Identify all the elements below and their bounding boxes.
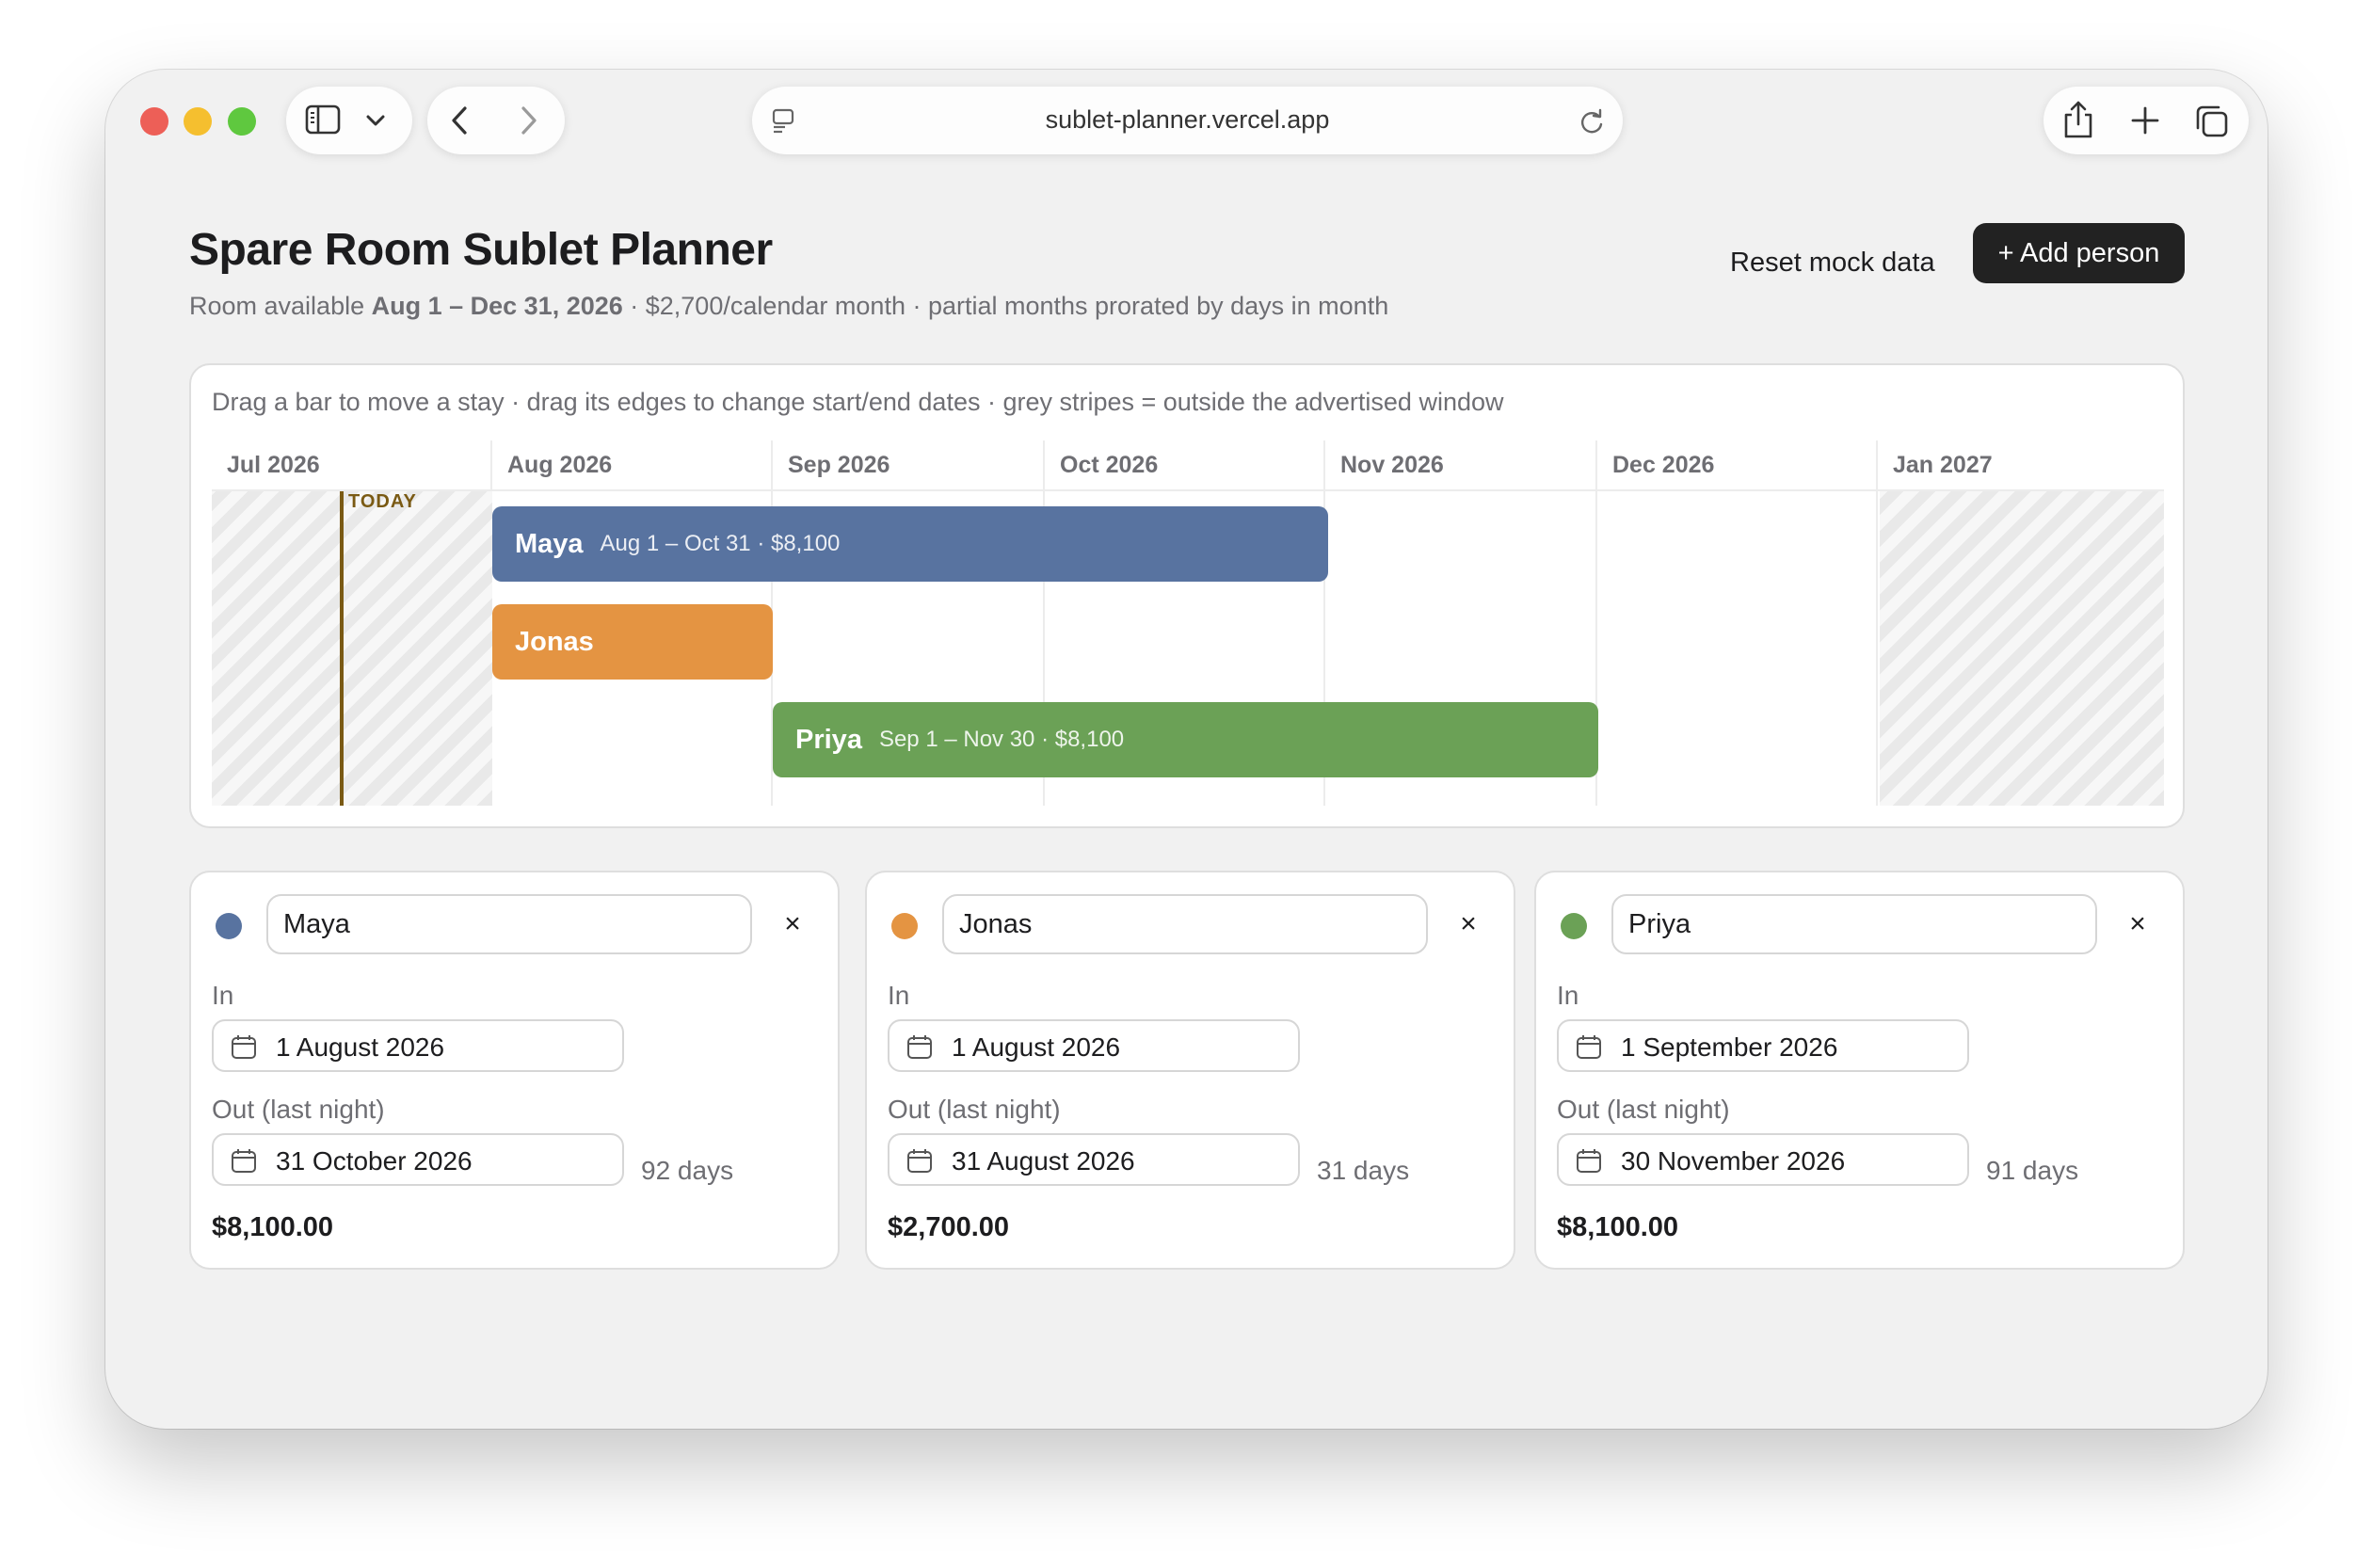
tabs-overview-icon[interactable] [2194,104,2230,139]
in-date-value: 1 September 2026 [1621,1032,1838,1062]
stay-cost: $8,100.00 [212,1212,334,1242]
stay-length: 92 days [641,1156,734,1185]
in-label: In [1557,981,1579,1010]
month-label-aug: Aug 2026 [507,452,613,478]
month-label-jan: Jan 2027 [1893,452,1993,478]
out-date-value: 31 August 2026 [952,1146,1135,1176]
share-icon[interactable] [2062,100,2094,139]
calendar-icon [907,1149,932,1173]
chevron-down-icon[interactable] [365,113,386,128]
address-bar[interactable]: sublet-planner.vercel.app [752,87,1623,154]
in-date-value: 1 August 2026 [952,1032,1121,1062]
outside-window-stripes-before [212,491,492,806]
subtitle-prefix: Room available [189,292,372,320]
sidebar-icon[interactable] [305,104,341,136]
calendar-icon [907,1035,932,1059]
timeline-card: Drag a bar to move a stay · drag its edg… [189,363,2185,828]
out-label: Out (last night) [888,1095,1061,1124]
stay-bar-priya[interactable]: Priya Sep 1 – Nov 30 · $8,100 [773,702,1598,777]
in-date-value: 1 August 2026 [276,1032,445,1062]
stay-cost: $8,100.00 [1557,1212,1679,1242]
person-name-input[interactable] [266,894,752,954]
person-card-maya: × In 1 August 2026 Out (last night) 31 O… [189,871,840,1270]
url-text: sublet-planner.vercel.app [1045,105,1330,134]
calendar-icon [232,1035,256,1059]
sidebar-toggle-group [286,87,412,154]
zoom-window-button[interactable] [228,107,256,136]
today-label: TODAY [348,491,417,512]
calendar-icon [1577,1149,1601,1173]
page-title: Spare Room Sublet Planner [189,225,773,275]
out-date-field[interactable]: 30 November 2026 [1557,1133,1969,1186]
today-marker [340,491,344,806]
calendar-icon [232,1149,256,1173]
bar-stay-info: Aug 1 – Oct 31 · $8,100 [600,531,841,556]
reload-icon[interactable] [1579,107,1605,136]
in-label: In [212,981,234,1010]
person-card-priya: × In 1 September 2026 Out (last night) 3… [1534,871,2185,1270]
timeline-hint: Drag a bar to move a stay · drag its edg… [212,388,1504,416]
forward-icon[interactable] [518,105,538,136]
in-date-field[interactable]: 1 September 2026 [1557,1019,1969,1072]
stay-bar-maya[interactable]: Maya Aug 1 – Oct 31 · $8,100 [492,506,1328,582]
stay-cost: $2,700.00 [888,1212,1010,1242]
month-label-sep: Sep 2026 [788,452,890,478]
add-person-button[interactable]: + Add person [1973,223,2185,283]
bar-person-name: Maya [515,528,584,559]
out-date-field[interactable]: 31 October 2026 [212,1133,624,1186]
month-label-nov: Nov 2026 [1340,452,1444,478]
stay-bar-jonas[interactable]: Jonas [492,604,773,680]
timeline-track: TODAY Maya Aug 1 – Oct 31 · $8,100 Jonas… [212,491,2164,806]
calendar-icon [1577,1035,1601,1059]
remove-person-button[interactable]: × [2117,904,2158,945]
bar-person-name: Priya [795,724,862,755]
person-color-dot [891,913,918,939]
browser-window: sublet-planner.vercel.app Spare Room Sub… [105,70,2268,1429]
month-label-oct: Oct 2026 [1060,452,1159,478]
availability-subtitle: Room available Aug 1 – Dec 31, 2026 · $2… [189,292,1388,321]
person-color-dot [216,913,242,939]
person-color-dot [1561,913,1587,939]
in-date-field[interactable]: 1 August 2026 [212,1019,624,1072]
history-nav-group [427,87,565,154]
availability-range: Aug 1 – Dec 31, 2026 [371,292,623,320]
month-label-dec: Dec 2026 [1612,452,1715,478]
timeline-month-header: Jul 2026 Aug 2026 Sep 2026 Oct 2026 Nov … [212,440,2164,489]
back-icon[interactable] [450,105,471,136]
window-actions-group [2043,87,2249,154]
bar-stay-info: Sep 1 – Nov 30 · $8,100 [878,727,1125,752]
new-tab-icon[interactable] [2130,105,2160,136]
out-date-value: 30 November 2026 [1621,1146,1846,1176]
subtitle-pricing: · $2,700/calendar month · partial months… [622,292,1389,320]
out-date-value: 31 October 2026 [276,1146,473,1176]
bar-person-name: Jonas [515,626,594,657]
person-card-jonas: × In 1 August 2026 Out (last night) 31 A… [865,871,1515,1270]
reset-mock-data-button[interactable]: Reset mock data [1719,234,1947,291]
in-date-field[interactable]: 1 August 2026 [888,1019,1300,1072]
out-label: Out (last night) [212,1095,385,1124]
person-name-input[interactable] [942,894,1428,954]
out-label: Out (last night) [1557,1095,1730,1124]
minimize-window-button[interactable] [184,107,212,136]
in-label: In [888,981,910,1010]
remove-person-button[interactable]: × [1448,904,1489,945]
stay-length: 91 days [1986,1156,2079,1185]
person-name-input[interactable] [1611,894,2097,954]
remove-person-button[interactable]: × [772,904,813,945]
out-date-field[interactable]: 31 August 2026 [888,1133,1300,1186]
close-window-button[interactable] [140,107,168,136]
outside-window-stripes-after [1880,491,2164,806]
stay-length: 31 days [1317,1156,1410,1185]
month-label-jul: Jul 2026 [227,452,320,478]
